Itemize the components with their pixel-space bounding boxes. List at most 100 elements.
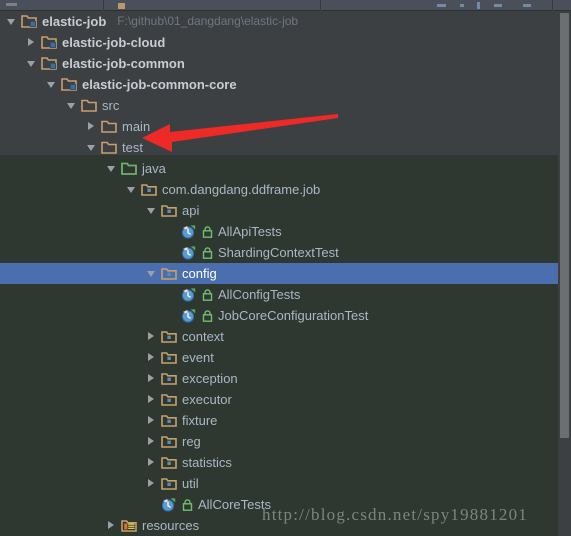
tree-row-com-dangdang-ddframe-job[interactable]: com.dangdang.ddframe.job [0,179,558,200]
toolbar-glyph-7[interactable] [523,4,531,7]
tree-row-elastic-job-cloud[interactable]: elastic-job-cloud [0,32,558,53]
tree-row-allconfigtests[interactable]: AllConfigTests [0,284,558,305]
tree-row-label: elastic-job-common-core [82,77,237,92]
tree-row-label: fixture [182,413,218,428]
chevron-right-icon[interactable] [144,452,160,473]
chevron-down-icon[interactable] [64,95,80,116]
tree-row-test[interactable]: test [0,137,558,158]
folder-icon [100,116,118,137]
chevron-down-icon[interactable] [144,263,160,284]
tree-row-label: elastic-job-cloud [62,35,166,50]
tree-row-label: test [122,140,143,155]
package-icon [160,431,178,452]
tree-toggle-spacer [164,284,180,305]
project-tree[interactable]: elastic-job F:\github\01_dangdang\elastic… [0,11,558,536]
toolbar-glyph-6[interactable] [494,4,502,7]
chevron-right-icon[interactable] [84,116,100,137]
lock-icon [181,494,195,515]
chevron-right-icon[interactable] [144,347,160,368]
chevron-right-icon[interactable] [144,431,160,452]
tree-row-label: elastic-job-common [62,56,185,71]
chevron-down-icon[interactable] [144,200,160,221]
tree-row-label: reg [182,434,201,449]
tree-row-allapitests[interactable]: AllApiTests [0,221,558,242]
project-tool-window: elastic-job F:\github\01_dangdang\elastic… [0,0,571,536]
toolbar-divider-2 [320,0,321,11]
tree-row-executor[interactable]: executor [0,389,558,410]
tree-row-config[interactable]: config [0,263,558,284]
tree-row-src[interactable]: src [0,95,558,116]
tree-row-jobcoreconfigurationtest[interactable]: JobCoreConfigurationTest [0,305,558,326]
toolbar-glyph-1[interactable] [6,3,17,6]
tree-row-fixture[interactable]: fixture [0,410,558,431]
toolbar-strip[interactable] [0,0,571,11]
chevron-down-icon[interactable] [124,179,140,200]
package-icon [160,473,178,494]
chevron-right-icon[interactable] [24,32,40,53]
tree-row-reg[interactable]: reg [0,431,558,452]
vertical-scrollbar-thumb[interactable] [560,13,569,438]
chevron-right-icon[interactable] [144,389,160,410]
package-icon [160,200,178,221]
test-source-folder-icon [120,158,138,179]
tree-row-label: AllConfigTests [218,287,301,302]
resources-folder-icon [120,515,138,536]
chevron-down-icon[interactable] [24,53,40,74]
toolbar-glyph-5[interactable] [477,2,480,9]
folder-icon [100,137,118,158]
tree-row-statistics[interactable]: statistics [0,452,558,473]
tree-row-label: exception [182,371,238,386]
tree-row-label: ShardingContextTest [218,245,339,260]
tree-row-api[interactable]: api [0,200,558,221]
chevron-down-icon[interactable] [84,137,100,158]
chevron-down-icon[interactable] [44,74,60,95]
chevron-right-icon[interactable] [144,473,160,494]
tree-row-label: statistics [182,455,232,470]
toolbar-glyph-3[interactable] [437,4,446,7]
tree-row-util[interactable]: util [0,473,558,494]
vertical-scrollbar[interactable] [558,11,571,536]
tree-toggle-spacer [164,242,180,263]
chevron-right-icon[interactable] [104,515,120,536]
chevron-down-icon[interactable] [4,11,20,32]
tree-row-label: AllCoreTests [198,497,271,512]
package-icon [160,347,178,368]
toolbar-glyph-4[interactable] [460,4,464,7]
tree-row-main[interactable]: main [0,116,558,137]
package-icon [160,326,178,347]
tree-row-context[interactable]: context [0,326,558,347]
toolbar-glyph-2[interactable] [118,3,125,9]
tree-row-event[interactable]: event [0,347,558,368]
test-class-icon [180,221,198,242]
chevron-right-icon[interactable] [144,326,160,347]
tree-row-exception[interactable]: exception [0,368,558,389]
tree-row-elastic-job-common-core[interactable]: elastic-job-common-core [0,74,558,95]
toolbar-divider-1 [103,0,104,11]
tree-row-java[interactable]: java [0,158,558,179]
tree-row-elastic-job[interactable]: elastic-job F:\github\01_dangdang\elastic… [0,11,558,32]
chevron-down-icon[interactable] [104,158,120,179]
tree-row-label: java [142,161,166,176]
module-icon [40,32,58,53]
tree-toggle-spacer [164,305,180,326]
tree-row-elastic-job-common[interactable]: elastic-job-common [0,53,558,74]
chevron-right-icon[interactable] [144,410,160,431]
tree-row-label: api [182,203,200,218]
package-icon [160,452,178,473]
package-icon [140,179,158,200]
project-path-hint: F:\github\01_dangdang\elastic-job [117,14,299,28]
folder-icon [80,95,98,116]
chevron-right-icon[interactable] [144,368,160,389]
tree-row-shardingcontexttest[interactable]: ShardingContextTest [0,242,558,263]
